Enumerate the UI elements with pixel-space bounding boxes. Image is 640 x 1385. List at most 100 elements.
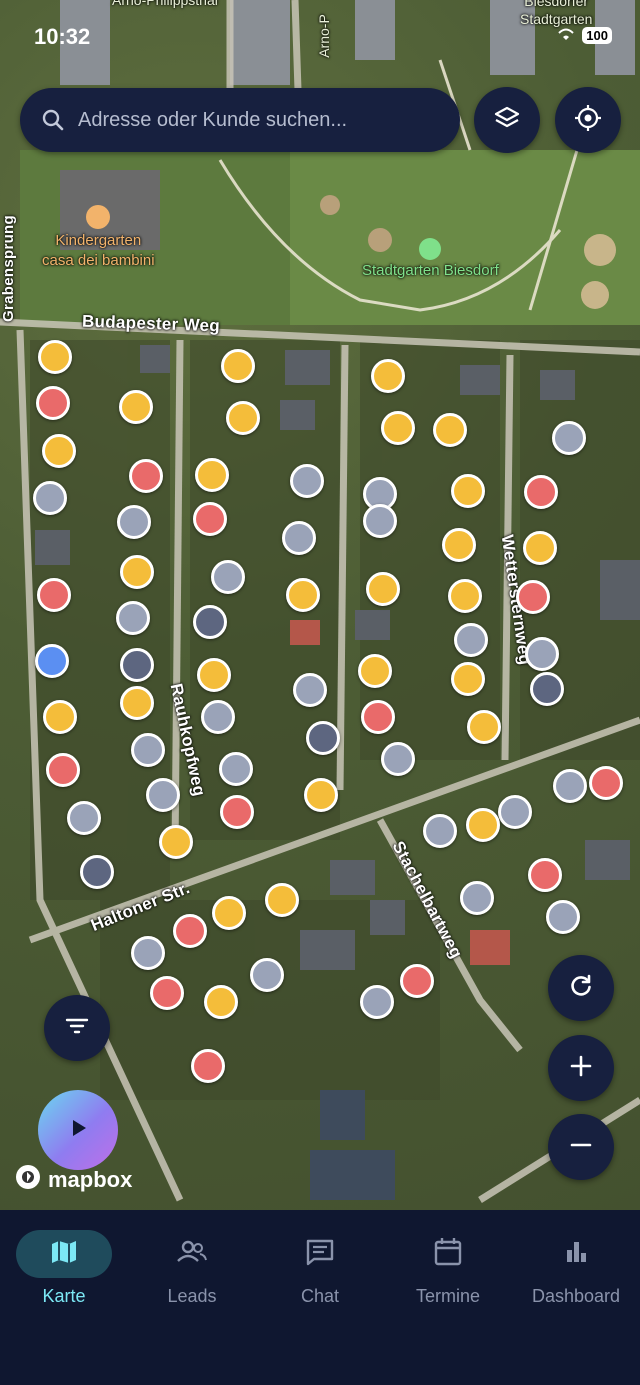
lead-pin-gray[interactable] — [546, 900, 580, 934]
lead-pin-red[interactable] — [361, 700, 395, 734]
lead-pin-gray[interactable] — [293, 673, 327, 707]
lead-pin-yellow[interactable] — [38, 340, 72, 374]
lead-pin-dark[interactable] — [530, 672, 564, 706]
play-button[interactable] — [38, 1090, 118, 1170]
lead-pin-gray[interactable] — [498, 795, 532, 829]
play-icon — [66, 1116, 90, 1145]
lead-pin-yellow[interactable] — [442, 528, 476, 562]
lead-pin-gray[interactable] — [282, 521, 316, 555]
lead-pin-gray[interactable] — [250, 958, 284, 992]
locate-button[interactable] — [555, 87, 621, 153]
lead-pin-yellow[interactable] — [197, 658, 231, 692]
lead-pin-yellow[interactable] — [286, 578, 320, 612]
lead-pin-yellow[interactable] — [466, 808, 500, 842]
lead-pin-yellow[interactable] — [119, 390, 153, 424]
lead-pin-dark[interactable] — [306, 721, 340, 755]
lead-pin-red[interactable] — [191, 1049, 225, 1083]
lead-pin-yellow[interactable] — [467, 710, 501, 744]
lead-pin-red[interactable] — [516, 580, 550, 614]
mapbox-attribution[interactable]: mapbox — [14, 1163, 132, 1197]
lead-pin-yellow[interactable] — [451, 474, 485, 508]
lead-pin-yellow[interactable] — [381, 411, 415, 445]
lead-pin-red[interactable] — [528, 858, 562, 892]
zoom-out-button[interactable] — [548, 1114, 614, 1180]
lead-pin-yellow[interactable] — [120, 555, 154, 589]
lead-pin-gray[interactable] — [219, 752, 253, 786]
layers-button[interactable] — [474, 87, 540, 153]
lead-pin-yellow[interactable] — [221, 349, 255, 383]
lead-pin-yellow[interactable] — [451, 662, 485, 696]
lead-pin-yellow[interactable] — [366, 572, 400, 606]
filter-button[interactable] — [44, 995, 110, 1061]
lead-pin-yellow[interactable] — [159, 825, 193, 859]
lead-pin-red[interactable] — [150, 976, 184, 1010]
lead-pin-gray[interactable] — [131, 936, 165, 970]
lead-pin-yellow[interactable] — [523, 531, 557, 565]
nav-item-leads[interactable]: Leads — [128, 1230, 256, 1307]
nav-label-dashboard: Dashboard — [531, 1286, 621, 1306]
battery-indicator: 100 — [582, 27, 612, 44]
lead-pin-red[interactable] — [129, 459, 163, 493]
bar-chart-icon — [562, 1238, 590, 1271]
nav-item-dashboard[interactable]: Dashboard — [512, 1230, 640, 1307]
lead-pin-yellow[interactable] — [212, 896, 246, 930]
lead-pin-gray[interactable] — [117, 505, 151, 539]
nav-item-karte[interactable]: Karte — [0, 1230, 128, 1307]
nav-label-termine: Termine — [415, 1286, 481, 1306]
lead-pin-dark[interactable] — [120, 648, 154, 682]
lead-pin-blue[interactable] — [35, 644, 69, 678]
lead-pin-red[interactable] — [193, 502, 227, 536]
lead-pin-gray[interactable] — [201, 700, 235, 734]
lead-pin-yellow[interactable] — [120, 686, 154, 720]
lead-pin-red[interactable] — [46, 753, 80, 787]
lead-pin-yellow[interactable] — [371, 359, 405, 393]
lead-pin-gray[interactable] — [131, 733, 165, 767]
lead-pin-gray[interactable] — [454, 623, 488, 657]
lead-pin-yellow[interactable] — [304, 778, 338, 812]
lead-pin-yellow[interactable] — [433, 413, 467, 447]
refresh-button[interactable] — [548, 955, 614, 1021]
lead-pin-gray[interactable] — [33, 481, 67, 515]
lead-pin-gray[interactable] — [290, 464, 324, 498]
lead-pin-gray[interactable] — [116, 601, 150, 635]
nav-item-termine[interactable]: Termine — [384, 1230, 512, 1307]
lead-pin-gray[interactable] — [525, 637, 559, 671]
lead-pin-red[interactable] — [36, 386, 70, 420]
lead-pin-yellow[interactable] — [43, 700, 77, 734]
lead-pin-yellow[interactable] — [226, 401, 260, 435]
lead-pin-red[interactable] — [37, 578, 71, 612]
layers-icon — [493, 104, 521, 137]
lead-pin-gray[interactable] — [146, 778, 180, 812]
lead-pin-yellow[interactable] — [358, 654, 392, 688]
lead-pin-gray[interactable] — [211, 560, 245, 594]
search-bar[interactable] — [20, 88, 460, 152]
lead-pin-dark[interactable] — [193, 605, 227, 639]
lead-pin-red[interactable] — [400, 964, 434, 998]
lead-pin-red[interactable] — [524, 475, 558, 509]
zoom-in-button[interactable] — [548, 1035, 614, 1101]
lead-pin-dark[interactable] — [80, 855, 114, 889]
lead-pin-red[interactable] — [220, 795, 254, 829]
lead-pin-gray[interactable] — [363, 504, 397, 538]
lead-pin-gray[interactable] — [553, 769, 587, 803]
street-grabensprung: Grabensprung — [0, 215, 17, 322]
lead-pin-red[interactable] — [589, 766, 623, 800]
nav-item-chat[interactable]: Chat — [256, 1230, 384, 1307]
lead-pin-gray[interactable] — [360, 985, 394, 1019]
lead-pin-gray[interactable] — [423, 814, 457, 848]
lead-pin-yellow[interactable] — [265, 883, 299, 917]
park-label: Stadtgarten Biesdorf — [362, 238, 499, 279]
lead-pin-gray[interactable] — [552, 421, 586, 455]
search-icon — [42, 109, 64, 131]
lead-pin-red[interactable] — [173, 914, 207, 948]
lead-pin-yellow[interactable] — [204, 985, 238, 1019]
lead-pin-gray[interactable] — [67, 801, 101, 835]
lead-pin-yellow[interactable] — [195, 458, 229, 492]
lead-pin-gray[interactable] — [381, 742, 415, 776]
lead-pin-gray[interactable] — [460, 881, 494, 915]
lead-pin-yellow[interactable] — [42, 434, 76, 468]
nav-label-karte: Karte — [42, 1286, 86, 1306]
kindergarten-label: Kindergarten casa dei bambini — [42, 205, 155, 271]
lead-pin-yellow[interactable] — [448, 579, 482, 613]
search-input[interactable] — [76, 107, 440, 133]
